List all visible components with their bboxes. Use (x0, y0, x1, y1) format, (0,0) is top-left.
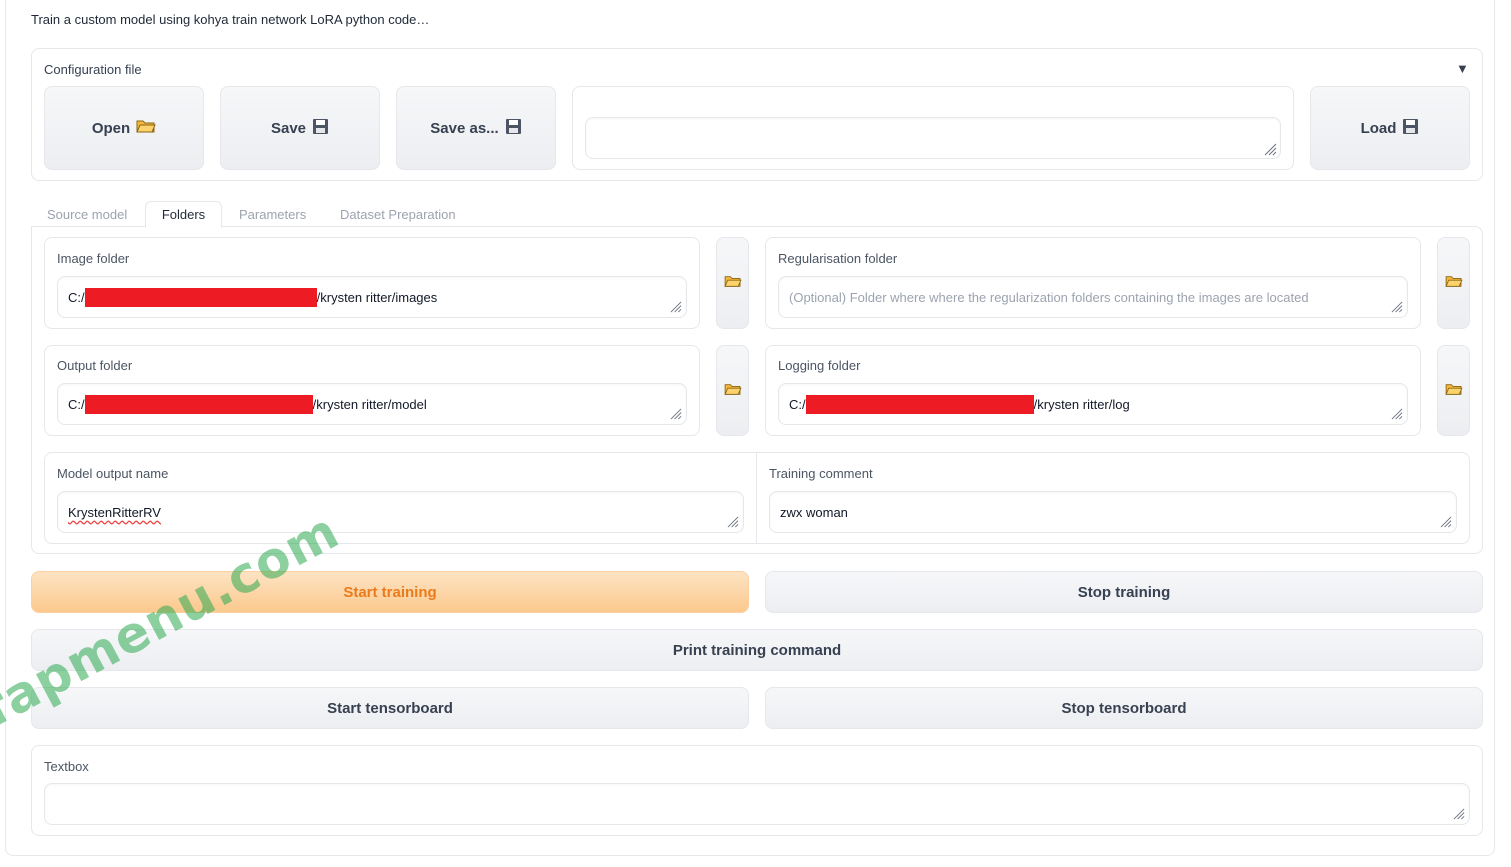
resize-grip-icon[interactable] (670, 301, 682, 313)
resize-grip-icon[interactable] (1391, 301, 1403, 313)
model-output-name-input[interactable]: KrystenRitterRV (57, 491, 744, 533)
redaction-bar (805, 394, 1034, 414)
model-output-name-value: KrystenRitterRV (68, 504, 161, 520)
folder-icon (1444, 274, 1463, 292)
resize-grip-icon[interactable] (1391, 408, 1403, 420)
resize-grip-icon[interactable] (1453, 808, 1465, 820)
resize-grip-icon[interactable] (1264, 143, 1277, 156)
output-folder-suffix: /krysten ritter/model (312, 396, 427, 412)
training-comment-value: zwx woman (780, 504, 848, 520)
save-as-config-button[interactable]: Save as... (396, 86, 556, 170)
resize-grip-icon[interactable] (727, 516, 739, 528)
folder-icon (136, 118, 156, 138)
start-tensorboard-button[interactable]: Start tensorboard (31, 687, 749, 729)
save-config-button[interactable]: Save (220, 86, 380, 170)
intro-text: Train a custom model using kohya train n… (31, 12, 430, 27)
save-as-label: Save as... (430, 119, 499, 137)
image-folder-suffix: /krysten ritter/images (316, 289, 438, 305)
open-config-button[interactable]: Open (44, 86, 204, 170)
reg-folder-input[interactable]: (Optional) Folder where where the regula… (778, 276, 1408, 318)
config-path-input[interactable] (585, 117, 1281, 159)
logging-folder-input[interactable]: C:/ /krysten ritter/log (778, 383, 1408, 425)
start-training-button[interactable]: Start training (31, 571, 749, 613)
floppy-disk-icon (1402, 118, 1419, 139)
load-config-button[interactable]: Load (1310, 86, 1470, 170)
floppy-disk-icon (505, 118, 522, 139)
reg-folder-label: Regularisation folder (778, 251, 898, 266)
group-divider (756, 453, 757, 543)
save-label: Save (270, 119, 307, 137)
training-comment-label: Training comment (769, 466, 873, 481)
reg-folder-placeholder: (Optional) Folder where where the regula… (789, 289, 1309, 305)
output-folder-prefix: C:/ (68, 396, 85, 412)
redaction-bar (84, 287, 317, 307)
image-folder-browse-button[interactable] (716, 237, 749, 329)
stop-training-button[interactable]: Stop training (765, 571, 1483, 613)
tab-folders[interactable]: Folders (145, 201, 222, 228)
textbox-label: Textbox (44, 759, 89, 774)
image-folder-prefix: C:/ (68, 289, 85, 305)
output-folder-browse-button[interactable] (716, 345, 749, 436)
logging-folder-label: Logging folder (778, 358, 861, 373)
output-folder-label: Output folder (57, 358, 133, 373)
tab-source-model[interactable]: Source model (47, 201, 127, 227)
logging-folder-suffix: /krysten ritter/log (1033, 396, 1130, 412)
floppy-disk-icon (312, 118, 329, 139)
model-output-name-label: Model output name (57, 466, 169, 481)
tab-dataset-preparation[interactable]: Dataset Preparation (340, 201, 456, 227)
load-label: Load (1360, 119, 1397, 137)
image-folder-label: Image folder (57, 251, 130, 266)
logging-folder-prefix: C:/ (789, 396, 806, 412)
reg-folder-browse-button[interactable] (1437, 237, 1470, 329)
tab-parameters[interactable]: Parameters (239, 201, 306, 227)
output-folder-input[interactable]: C:/ /krysten ritter/model (57, 383, 687, 425)
folder-icon (723, 274, 742, 292)
logging-folder-browse-button[interactable] (1437, 345, 1470, 436)
stop-tensorboard-button[interactable]: Stop tensorboard (765, 687, 1483, 729)
resize-grip-icon[interactable] (670, 408, 682, 420)
config-title: Configuration file (44, 62, 142, 77)
resize-grip-icon[interactable] (1440, 516, 1452, 528)
collapse-toggle-icon[interactable]: ▼ (1456, 61, 1469, 76)
training-comment-input[interactable]: zwx woman (769, 491, 1457, 533)
image-folder-input[interactable]: C:/ /krysten ritter/images (57, 276, 687, 318)
folder-icon (723, 382, 742, 400)
open-label: Open (91, 119, 131, 137)
textbox-output[interactable] (44, 783, 1470, 825)
folder-icon (1444, 382, 1463, 400)
redaction-bar (84, 394, 313, 414)
print-training-command-button[interactable]: Print training command (31, 629, 1483, 671)
